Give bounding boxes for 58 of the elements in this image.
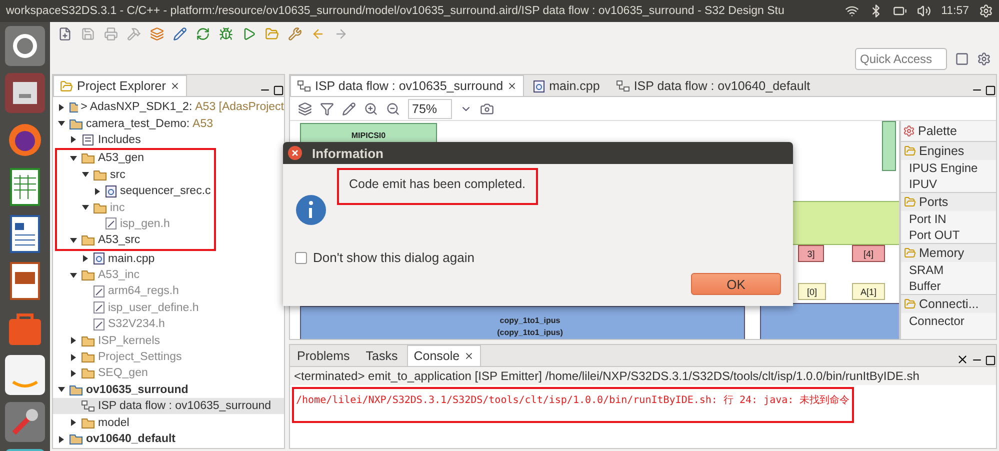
diagram-node[interactable]: (copy_1to1_ipus) [470,326,590,338]
tree-item-label[interactable]: ov10635_surround [86,384,188,396]
palette-section[interactable]: Ports [901,192,996,211]
dialog-message: Code emit has been completed. [337,168,538,205]
tree-item-label[interactable]: SEQ_gen [98,367,148,380]
tree-item-label[interactable]: A53_inc [98,269,140,282]
palette-item[interactable]: Port IN [901,211,996,227]
panel-tab[interactable]: Project Explorer [53,75,187,96]
tree-item-label[interactable]: isp_gen.h [120,218,170,230]
console-tab[interactable]: Problems [290,345,357,366]
console-status: <terminated> emit_to_application [ISP Emitter] /home/lilei/NXP/S32DS.3.1/S32DS/tools/clt/isp/1.0.0/bin/runItByIDE.sh [290,367,996,385]
palette-item[interactable]: IPUS Engine [901,160,996,176]
editor-tab[interactable]: ISP data flow : ov10640_default [608,75,818,96]
window-title: workspaceS32DS.3.1 - C/C++ - platform:/resource/ov10635_surround/model/ov10635_surround.aird/ISP data flow : ov10635_surround - S32 Design Stu [6,5,786,17]
tree-item-label[interactable]: ov10640_default [86,433,176,445]
tree-item-label[interactable]: A53_gen [98,152,144,164]
palette-item[interactable]: Connector [901,313,996,329]
diagram-node[interactable]: 3] [798,245,824,262]
palette-item[interactable]: Port OUT [901,227,996,243]
tree-item-label[interactable]: inc [110,202,125,214]
tree-item-label[interactable]: isp_user_define.h [108,302,199,314]
diagram-node[interactable]: [0] [798,283,826,300]
diagram-node[interactable]: [4] [852,245,885,262]
console-tab[interactable]: Console [406,345,481,366]
project-target-label: A53 [192,118,214,130]
diagram-node[interactable]: copy_1to1_ipus [470,314,590,326]
dialog-title: Information [312,146,384,160]
palette-title: Palette [918,124,957,138]
tree-item-label[interactable]: camera_test_Demo: [86,118,190,130]
tree-item-label[interactable]: arm64_regs.h [108,285,179,298]
palette-item[interactable]: Buffer [901,278,996,294]
tree-item-label[interactable]: Project_Settings [98,351,182,364]
editor-tab[interactable]: ISP data flow : ov10635_surround [290,75,524,96]
palette-section[interactable]: Memory [901,243,996,262]
dont-show-checkbox[interactable]: Don't show this dialog again [295,250,781,265]
palette-section[interactable]: Connecti... [901,294,996,313]
tree-item-label[interactable]: A53_src [98,234,140,246]
tree-item[interactable]: ISP data flow : ov10635_surround [53,398,284,414]
tree-item-label[interactable]: > AdasNXP_SDK1_2: [80,101,192,114]
zoom-field[interactable]: 75% [408,98,452,118]
tree-item-label[interactable]: ISP data flow : ov10635_surround [98,400,272,412]
console-tab[interactable]: Tasks [358,345,405,366]
diagram-node[interactable]: A[1] [852,283,885,300]
clock[interactable]: 11:57 [941,5,969,17]
tree-item-label[interactable]: model [98,416,130,429]
tree-item-label[interactable]: Includes [98,134,141,146]
project-target-label: A53 [AdasProject [195,101,284,114]
tree-item-label[interactable]: sequencer_srec.c [120,185,211,198]
palette-item[interactable]: IPUV [901,176,996,192]
palette-item[interactable]: SRAM [901,262,996,278]
tree-item-label[interactable]: main.cpp [108,252,155,265]
tree-item-label[interactable]: src [110,168,126,181]
ok-button[interactable]: OK [691,273,781,295]
editor-tab[interactable]: main.cpp [526,75,607,96]
tree-item-label[interactable]: S32V234.h [108,318,165,330]
tree-item-label[interactable]: ISP_kernels [98,334,160,347]
quick-access-field[interactable]: Quick Access [855,48,947,70]
palette-section[interactable]: Engines [901,141,996,160]
